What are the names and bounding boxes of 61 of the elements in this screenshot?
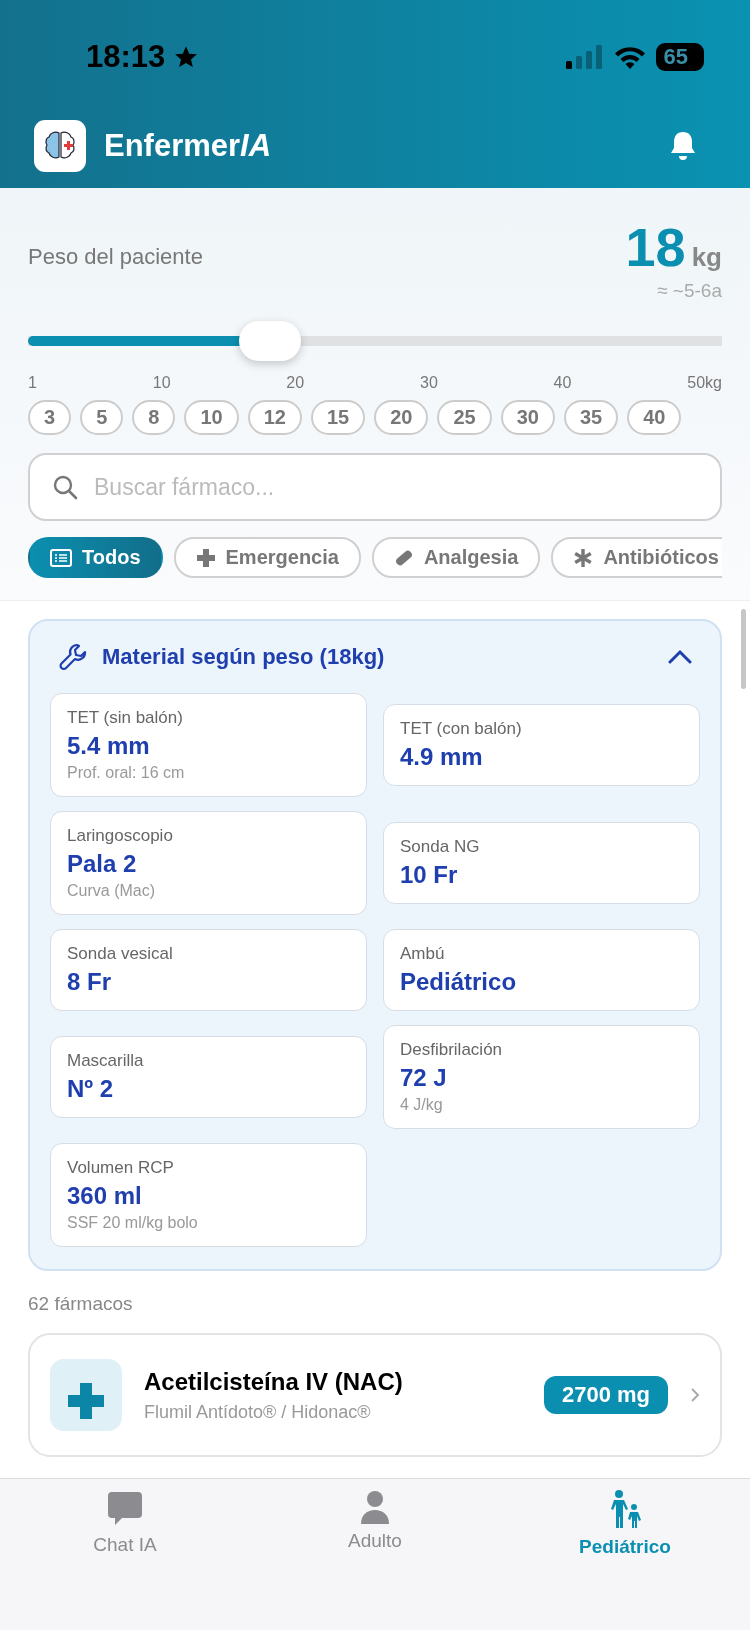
material-label: Ambú	[400, 944, 446, 964]
drug-brand: Flumil Antídoto® / Hidonac®	[144, 1401, 372, 1423]
drug-count: 62 fármacos	[28, 1293, 134, 1315]
drug-card[interactable]: Acetilcisteína IV (NAC) Flumil Antídoto® / Hidonac® 2700 mg	[28, 1333, 722, 1457]
weight-preset-chip[interactable]: 12	[247, 400, 302, 435]
material-note: SSF 20 ml/kg bolo	[67, 1214, 199, 1232]
material-label: TET (con balón)	[400, 719, 523, 739]
material-label: Sonda vesical	[67, 944, 174, 964]
weight-preset-chip[interactable]: 5	[80, 400, 124, 435]
category-chip[interactable]: Todos	[28, 537, 163, 578]
material-value: 72 J	[400, 1064, 448, 1092]
category-chip[interactable]: Antibióticos	[551, 537, 722, 578]
weight-preset-chip[interactable]: 25	[437, 400, 492, 435]
weight-unit: kg	[691, 242, 722, 273]
search-field[interactable]: Buscar fármaco...	[28, 453, 722, 521]
material-note: 4 J/kg	[400, 1096, 444, 1114]
tab-item[interactable]: Chat IA	[0, 1489, 250, 1557]
dose-badge: 2700 mg	[543, 1376, 668, 1414]
slider-tick-label: 10	[152, 374, 171, 392]
tab-item[interactable]: Pediátrico	[500, 1489, 750, 1559]
material-value: Pediátrico	[400, 968, 518, 996]
material-value: Nº 2	[67, 1075, 115, 1103]
material-label: TET (sin balón)	[67, 708, 184, 728]
material-value: 360 ml	[67, 1182, 143, 1210]
material-label: Volumen RCP	[67, 1158, 175, 1178]
material-label: Laringoscopio	[67, 826, 174, 846]
weight-preset-chip[interactable]: 20	[374, 400, 429, 435]
material-note: Curva (Mac)	[67, 882, 156, 900]
weight-preset-chip[interactable]: 10	[184, 400, 239, 435]
material-value: Pala 2	[67, 850, 138, 878]
tab-item[interactable]: Adulto	[250, 1489, 500, 1553]
material-value: 4.9 mm	[400, 743, 484, 771]
app-title: EnfermerIA	[104, 128, 272, 164]
slider-tick-label: 30	[420, 374, 438, 392]
search-input[interactable]: Buscar fármaco...	[92, 472, 698, 502]
age-estimate: ≈ ~5-6a	[656, 280, 722, 302]
material-label: Sonda NG	[400, 837, 481, 857]
category-chip[interactable]: Emergencia	[173, 537, 361, 578]
weight-preset-chip[interactable]: 15	[310, 400, 366, 435]
category-chip[interactable]: Analgesia	[371, 537, 541, 578]
material-label: Mascarilla	[67, 1051, 145, 1071]
slider-tick-label: 40	[553, 374, 572, 392]
weight-preset-chip[interactable]: 3	[28, 400, 72, 435]
material-title: Material según peso (18kg)	[102, 644, 385, 670]
status-time: 18:13	[86, 39, 166, 75]
material-note: Prof. oral: 16 cm	[67, 764, 186, 782]
weight-preset-chip[interactable]: 30	[500, 400, 555, 435]
material-value: 10 Fr	[400, 861, 459, 889]
drug-name: Acetilcisteína IV (NAC)	[144, 1367, 404, 1396]
slider-tick-label: 1	[28, 374, 37, 392]
material-value: 5.4 mm	[67, 732, 151, 760]
weight-value: 18	[625, 216, 686, 278]
weight-preset-chip[interactable]: 8	[132, 400, 176, 435]
slider-tick-label: 50kg	[687, 374, 722, 392]
weight-preset-chip[interactable]: 40	[627, 400, 682, 435]
material-value: 8 Fr	[67, 968, 112, 996]
weight-label: Peso del paciente	[28, 244, 203, 271]
slider-tick-label: 20	[286, 374, 305, 392]
weight-preset-chip[interactable]: 35	[563, 400, 619, 435]
battery-indicator: 65	[655, 43, 704, 71]
material-label: Desfibrilación	[400, 1040, 504, 1060]
